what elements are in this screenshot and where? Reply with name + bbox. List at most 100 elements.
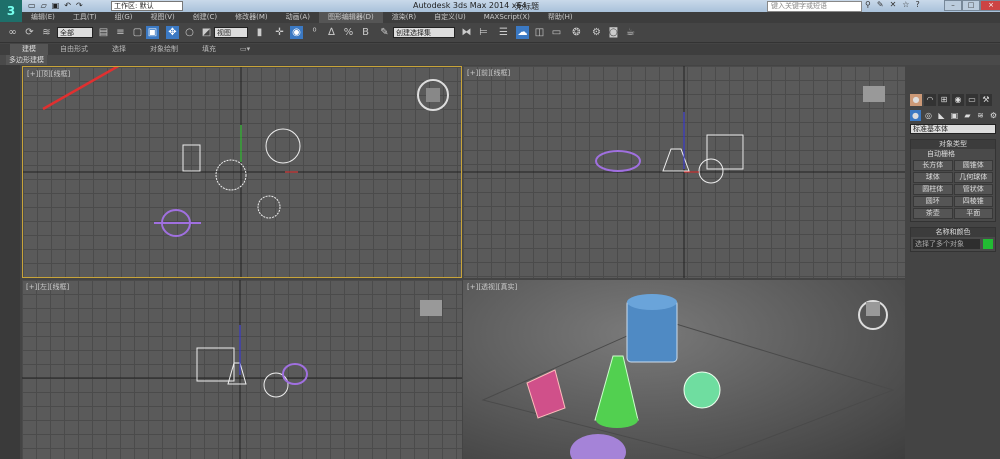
- menu-edit[interactable]: 编辑(E): [22, 12, 64, 23]
- manipulate-icon[interactable]: ✛: [273, 26, 286, 39]
- workspace-dropdown[interactable]: 工作区: 默认: [111, 1, 183, 11]
- viewport-label[interactable]: [+][前][线框]: [467, 68, 510, 78]
- unlink-icon[interactable]: ⟳: [23, 26, 36, 39]
- plane-button[interactable]: 平面: [953, 208, 993, 219]
- menu-rendering[interactable]: 渲染(R): [383, 12, 425, 23]
- name-input[interactable]: 选择了多个对象: [913, 239, 980, 249]
- autogrid-checkbox[interactable]: 自动栅格: [911, 149, 995, 159]
- minimize-button[interactable]: –: [944, 0, 962, 11]
- viewport-label[interactable]: [+][左][线框]: [26, 282, 69, 292]
- angle-snap-icon[interactable]: ∆: [325, 26, 338, 39]
- bind-space-warp-icon[interactable]: ≋: [40, 26, 53, 39]
- link-icon[interactable]: ∞: [6, 26, 19, 39]
- undo-icon[interactable]: ↶: [64, 1, 71, 10]
- utilities-tab-icon[interactable]: ⚒: [980, 94, 992, 106]
- new-icon[interactable]: ▭: [28, 1, 36, 10]
- menu-animation[interactable]: 动画(A): [277, 12, 319, 23]
- teapot-button[interactable]: 茶壶: [913, 208, 953, 219]
- select-object-icon[interactable]: ▤: [97, 26, 110, 39]
- cone-button[interactable]: 圆锥体: [953, 160, 993, 171]
- viewport-label[interactable]: [+][透视][真实]: [467, 282, 517, 292]
- pivot-icon[interactable]: ▮: [253, 26, 266, 39]
- search-input[interactable]: 键入关键字或短语: [767, 1, 862, 12]
- create-tab-icon[interactable]: ●: [910, 94, 922, 106]
- tab-object-paint[interactable]: 对象绘制: [138, 44, 190, 55]
- menu-modifiers[interactable]: 修改器(M): [226, 12, 277, 23]
- ribbon-options-icon[interactable]: ▭▾: [228, 44, 262, 55]
- align-icon[interactable]: ⊨: [477, 26, 490, 39]
- menu-graph-editors[interactable]: 图形编辑器(D): [318, 12, 383, 23]
- redo-icon[interactable]: ↷: [76, 1, 83, 10]
- space-warps-icon[interactable]: ≋: [975, 110, 986, 121]
- star-icon[interactable]: ☆: [902, 0, 909, 9]
- tube-button[interactable]: 管状体: [953, 184, 993, 195]
- shapes-icon[interactable]: ◎: [923, 110, 934, 121]
- menu-tools[interactable]: 工具(T): [64, 12, 106, 23]
- menu-customize[interactable]: 自定义(U): [425, 12, 475, 23]
- app-logo-icon[interactable]: 3: [0, 0, 22, 22]
- save-icon[interactable]: ▣: [52, 1, 60, 10]
- keyboard-shortcut-icon[interactable]: ◉: [290, 26, 303, 39]
- binoculars-icon[interactable]: ⚲: [865, 0, 871, 9]
- color-swatch[interactable]: [983, 239, 993, 249]
- scale-icon[interactable]: ◩: [200, 26, 213, 39]
- menu-create[interactable]: 创建(C): [184, 12, 226, 23]
- box-button[interactable]: 长方体: [913, 160, 953, 171]
- motion-tab-icon[interactable]: ◉: [952, 94, 964, 106]
- systems-icon[interactable]: ⚙: [988, 110, 999, 121]
- helpers-icon[interactable]: ▰: [962, 110, 973, 121]
- snap-icon[interactable]: ⁰: [308, 26, 321, 39]
- named-selection-dropdown[interactable]: 创建选择集: [393, 27, 455, 38]
- tab-populate[interactable]: 填充: [190, 44, 228, 55]
- spinner-snap-icon[interactable]: B: [359, 26, 372, 39]
- viewport-top[interactable]: [+][顶][线框]: [22, 66, 462, 278]
- viewport-front[interactable]: [+][前][线框]: [463, 66, 905, 278]
- cylinder-button[interactable]: 圆柱体: [913, 184, 953, 195]
- open-icon[interactable]: ▱: [41, 1, 47, 10]
- render-teapot-icon[interactable]: ☕: [624, 26, 637, 39]
- menu-group[interactable]: 组(G): [106, 12, 142, 23]
- lights-icon[interactable]: ◣: [936, 110, 947, 121]
- layer-manager-icon[interactable]: ☰: [497, 26, 510, 39]
- tab-modeling[interactable]: 建模: [10, 44, 48, 55]
- edit-named-sets-icon[interactable]: ✎: [378, 26, 391, 39]
- window-crossing-icon[interactable]: ▣: [146, 26, 159, 39]
- rollout-title[interactable]: 对象类型: [911, 140, 995, 149]
- render-setup-icon[interactable]: ⚙: [590, 26, 603, 39]
- move-icon[interactable]: ✥: [166, 26, 179, 39]
- select-by-name-icon[interactable]: ≡: [114, 26, 127, 39]
- cameras-icon[interactable]: ▣: [949, 110, 960, 121]
- rotate-icon[interactable]: ○: [183, 26, 196, 39]
- curve-editor-icon[interactable]: ◫: [533, 26, 546, 39]
- exchange-icon[interactable]: ✕: [890, 0, 897, 9]
- polygon-modeling-label[interactable]: 多边形建模: [6, 55, 47, 65]
- help-icon[interactable]: ?: [915, 0, 919, 9]
- modify-tab-icon[interactable]: ◠: [924, 94, 936, 106]
- tab-freeform[interactable]: 自由形式: [48, 44, 100, 55]
- display-tab-icon[interactable]: ▭: [966, 94, 978, 106]
- torus-button[interactable]: 圆环: [913, 196, 953, 207]
- geosphere-button[interactable]: 几何球体: [953, 172, 993, 183]
- geometry-icon[interactable]: ●: [910, 110, 921, 121]
- viewport-left[interactable]: [+][左][线框]: [22, 280, 462, 459]
- pyramid-button[interactable]: 四棱锥: [953, 196, 993, 207]
- ref-coord-dropdown[interactable]: 视图: [214, 27, 248, 38]
- scene-explorer-icon[interactable]: ☁: [516, 26, 529, 39]
- viewport-perspective[interactable]: [+][透视][真实]: [463, 280, 905, 459]
- hierarchy-tab-icon[interactable]: ⊞: [938, 94, 950, 106]
- schematic-view-icon[interactable]: ▭: [550, 26, 563, 39]
- maximize-button[interactable]: □: [962, 0, 980, 11]
- selection-filter-dropdown[interactable]: 全部: [57, 27, 93, 38]
- close-button[interactable]: ×: [980, 0, 1000, 11]
- rendered-frame-icon[interactable]: ◙: [607, 26, 620, 39]
- mirror-icon[interactable]: ⧓: [460, 26, 473, 39]
- rect-selection-icon[interactable]: ▢: [131, 26, 144, 39]
- material-editor-icon[interactable]: ❂: [570, 26, 583, 39]
- viewport-label[interactable]: [+][顶][线框]: [27, 69, 70, 79]
- percent-snap-icon[interactable]: %: [342, 26, 355, 39]
- sphere-button[interactable]: 球体: [913, 172, 953, 183]
- category-dropdown[interactable]: 标准基本体: [910, 124, 996, 134]
- rollout-title[interactable]: 名称和颜色: [911, 228, 995, 237]
- menu-views[interactable]: 视图(V): [142, 12, 184, 23]
- menu-maxscript[interactable]: MAXScript(X): [475, 12, 539, 23]
